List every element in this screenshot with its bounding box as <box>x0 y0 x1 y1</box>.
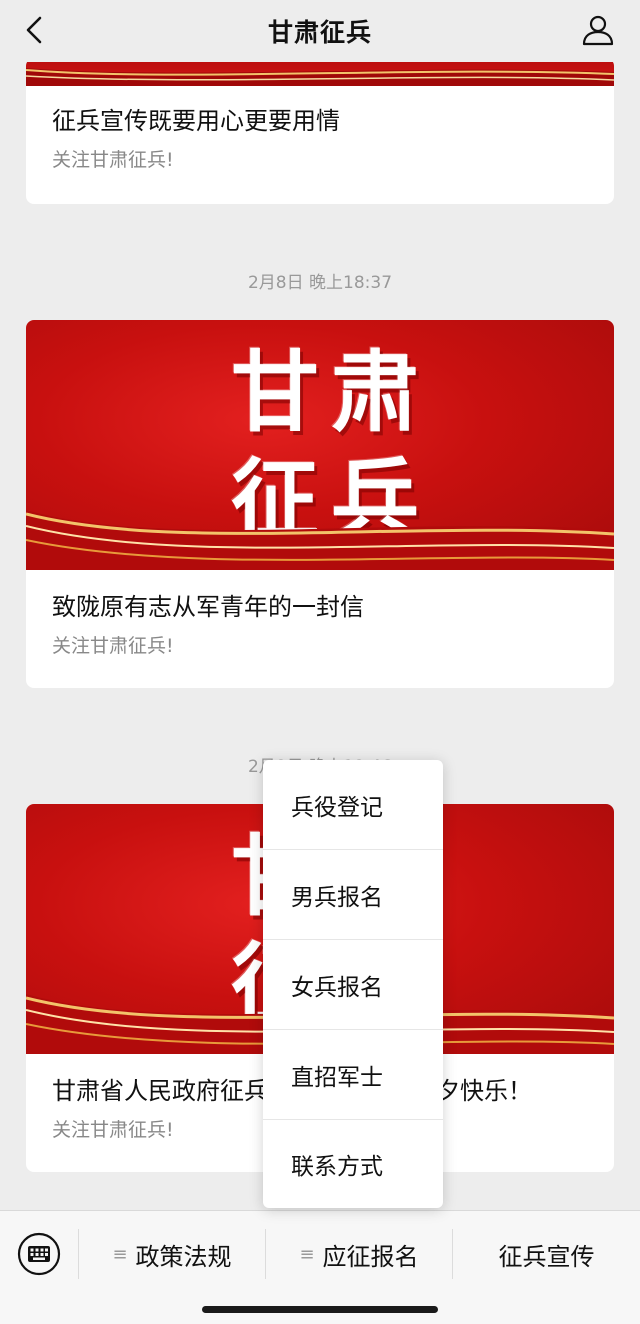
ribbon-decoration <box>26 510 614 570</box>
message-timestamp: 2月8日 晚上18:37 <box>247 273 393 293</box>
keyboard-icon[interactable] <box>16 1231 62 1277</box>
menu-button-enlistment[interactable]: ≡ 应征报名 <box>266 1211 452 1297</box>
menu-button-label: 征兵宣传 <box>498 1242 595 1271</box>
article-banner-image <box>26 58 614 86</box>
menu-button-policy[interactable]: ≡ 政策法规 <box>79 1211 265 1297</box>
article-card[interactable]: 甘肃 征兵 致陇原有志从军青年的一封信 关注甘肃征兵! <box>26 320 614 688</box>
menu-item-direct-recruit-nco[interactable]: 直招军士 <box>263 1030 443 1120</box>
menu-button-publicity[interactable]: 征兵宣传 <box>453 1211 640 1297</box>
article-banner-image: 甘肃 征兵 <box>26 320 614 570</box>
menu-item-male-enlistment[interactable]: 男兵报名 <box>263 850 443 940</box>
article-desc: 关注甘肃征兵! <box>52 635 174 657</box>
menu-button-label: 政策法规 <box>135 1242 232 1271</box>
submenu-popup: 兵役登记 男兵报名 女兵报名 直招军士 联系方式 <box>263 760 443 1208</box>
list-icon: ≡ <box>112 1243 128 1265</box>
list-icon: ≡ <box>299 1243 315 1265</box>
article-title: 征兵宣传既要用心更要用情 <box>52 107 340 135</box>
menu-item-military-registration[interactable]: 兵役登记 <box>263 760 443 850</box>
home-indicator[interactable] <box>202 1306 438 1313</box>
top-nav-bar: 甘肃征兵 <box>0 0 640 62</box>
article-card[interactable]: 征兵宣传既要用心更要用情 关注甘肃征兵! <box>26 58 614 204</box>
user-icon[interactable] <box>580 12 616 48</box>
page-title: 甘肃征兵 <box>267 18 372 47</box>
article-desc: 关注甘肃征兵! <box>52 149 174 171</box>
article-title: 致陇原有志从军青年的一封信 <box>52 593 364 621</box>
chevron-left-icon[interactable] <box>20 14 52 46</box>
menu-item-contact[interactable]: 联系方式 <box>263 1120 443 1208</box>
menu-item-female-enlistment[interactable]: 女兵报名 <box>263 940 443 1030</box>
menu-button-label: 应征报名 <box>322 1242 419 1271</box>
